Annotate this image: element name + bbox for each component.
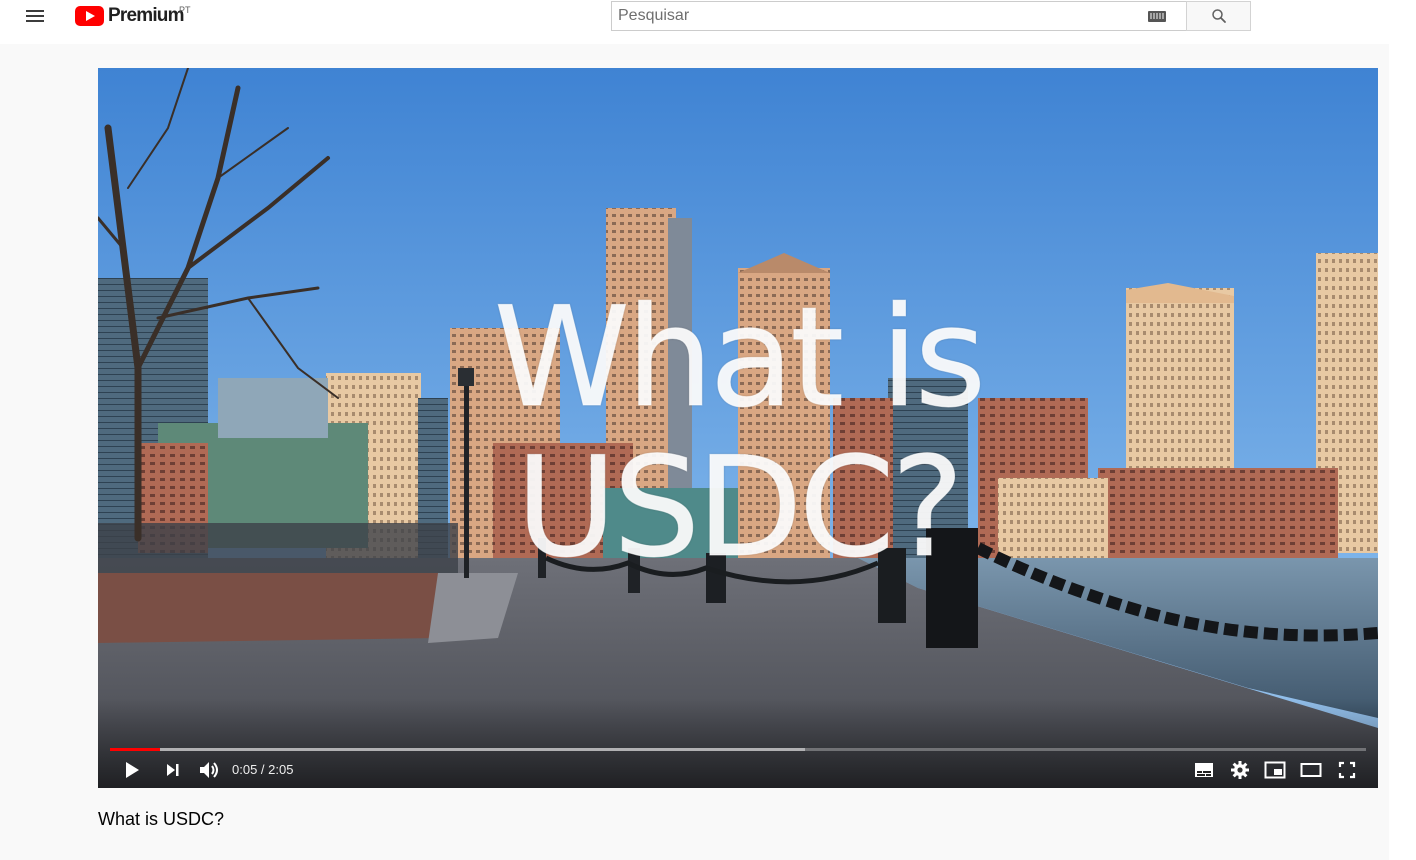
- video-player[interactable]: What is USDC? 0:05 / 2:05: [98, 68, 1378, 788]
- progress-buffered: [110, 748, 805, 751]
- play-icon: [126, 762, 139, 778]
- time-duration: 2:05: [268, 762, 294, 777]
- time-display: 0:05 / 2:05: [232, 762, 293, 777]
- youtube-logo-icon: [75, 6, 104, 26]
- progress-played: [110, 748, 161, 751]
- search-input[interactable]: [612, 7, 1132, 25]
- theater-icon: [1300, 763, 1322, 777]
- brand-name: Premium: [108, 5, 185, 26]
- menu-icon: [22, 10, 48, 22]
- search-bar: [611, 1, 1251, 31]
- progress-bar[interactable]: [110, 748, 1366, 751]
- settings-icon: [1231, 761, 1249, 779]
- search-icon: [1211, 9, 1226, 23]
- video-overlay-title: What is USDC?: [98, 277, 1378, 588]
- theater-mode-button[interactable]: [1300, 758, 1322, 782]
- next-button[interactable]: [164, 758, 182, 782]
- fullscreen-icon: [1338, 761, 1356, 779]
- mute-button[interactable]: [198, 758, 222, 782]
- search-box: [611, 1, 1186, 31]
- miniplayer-button[interactable]: [1264, 758, 1286, 782]
- volume-icon: [200, 762, 218, 778]
- miniplayer-icon: [1264, 761, 1286, 779]
- next-icon: [167, 764, 179, 776]
- keyboard-icon[interactable]: [1148, 11, 1166, 22]
- time-current: 0:05: [232, 762, 258, 777]
- page-right-gutter: [1389, 44, 1416, 860]
- play-button[interactable]: [122, 758, 142, 782]
- subtitles-button[interactable]: [1194, 758, 1214, 782]
- overlay-title-line1: What is: [493, 277, 987, 438]
- settings-button[interactable]: [1230, 758, 1250, 782]
- youtube-premium-logo[interactable]: Premium PT: [75, 4, 191, 28]
- subtitles-icon: [1195, 763, 1213, 777]
- masthead: Premium PT: [0, 0, 1416, 44]
- search-button[interactable]: [1186, 1, 1251, 31]
- overlay-title-line2: USDC?: [515, 427, 964, 588]
- menu-button[interactable]: [22, 7, 48, 25]
- country-code: PT: [179, 5, 191, 15]
- time-separator: /: [257, 762, 269, 777]
- video-title: What is USDC?: [98, 809, 225, 829]
- fullscreen-button[interactable]: [1338, 758, 1356, 782]
